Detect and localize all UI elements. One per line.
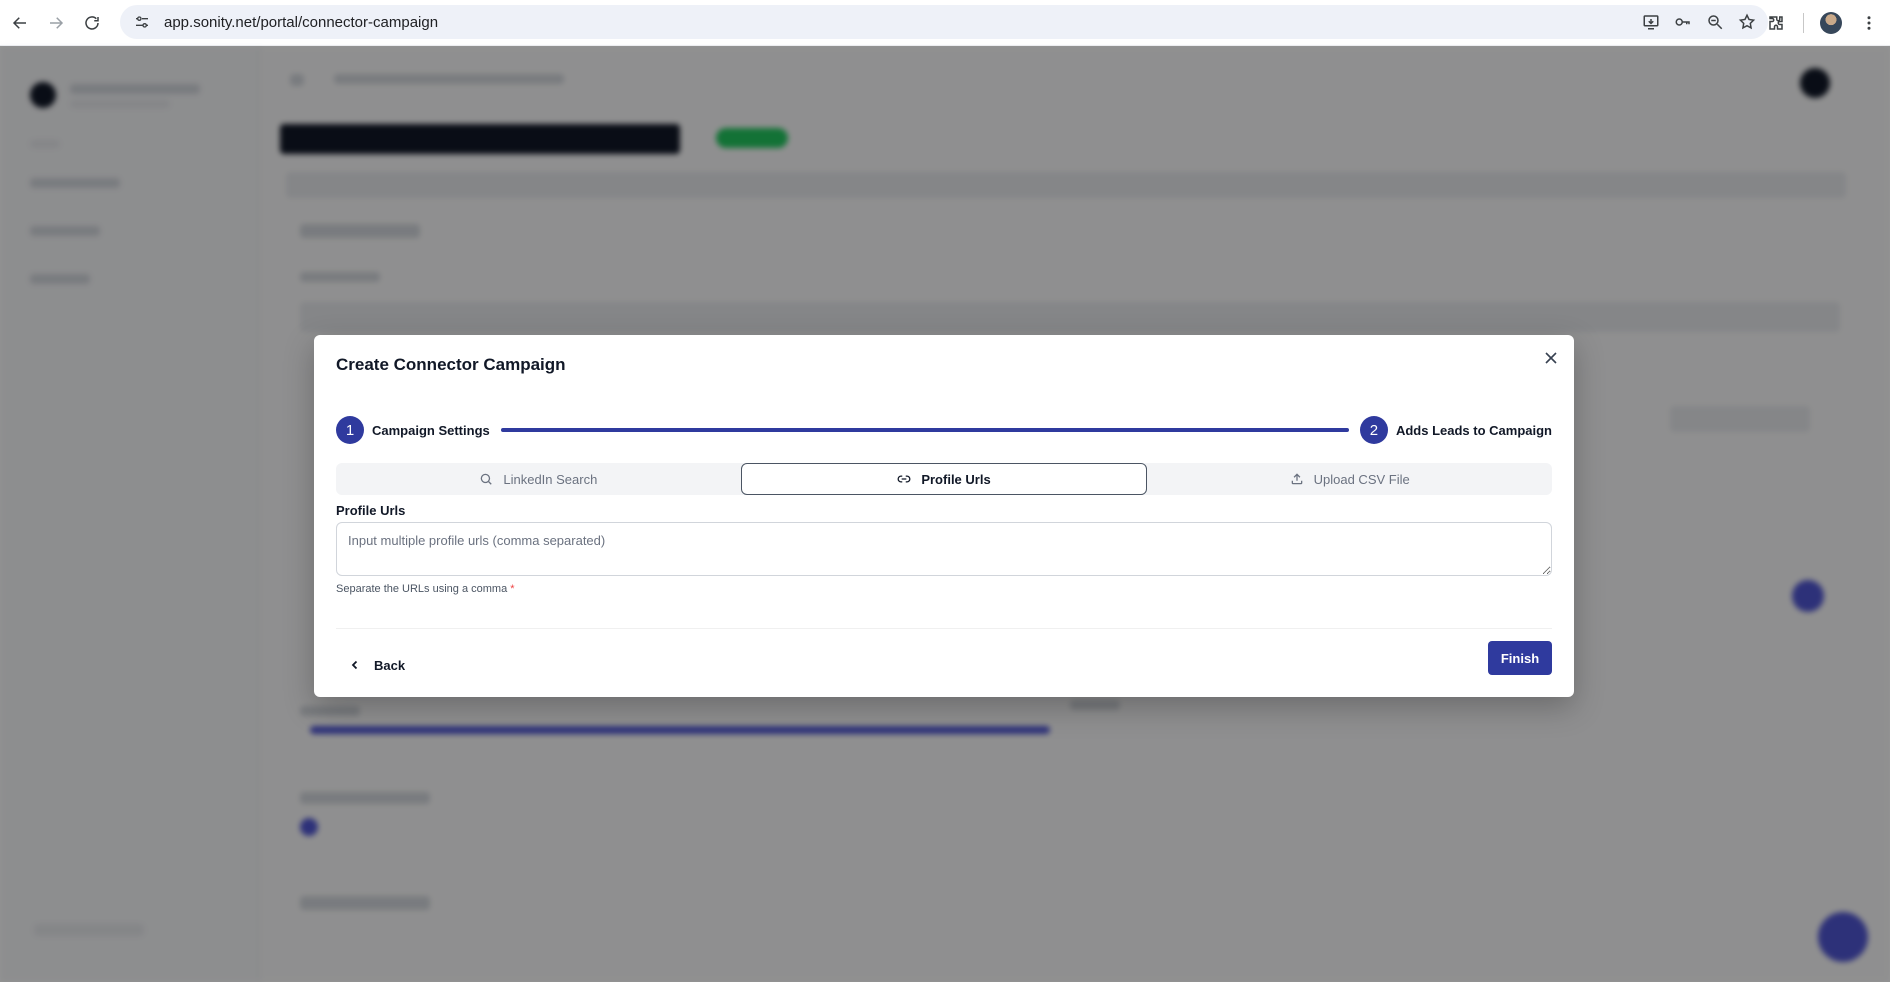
close-icon[interactable]	[1540, 347, 1562, 369]
more-menu-icon[interactable]	[1858, 12, 1880, 34]
forward-arrow-icon[interactable]	[40, 7, 72, 39]
help-message: Separate the URLs using a comma	[336, 583, 508, 595]
required-mark: *	[510, 583, 515, 595]
tab-label: Upload CSV File	[1313, 471, 1410, 487]
profile-urls-label: Profile Urls	[336, 503, 406, 518]
search-icon	[479, 472, 493, 486]
dialog-title: Create Connector Campaign	[336, 355, 566, 374]
address-bar[interactable]: app.sonity.net/portal/connector-campaign	[120, 5, 1768, 39]
profile-avatar[interactable]	[1820, 12, 1842, 34]
tab-label: LinkedIn Search	[503, 471, 598, 487]
lead-source-tabs: LinkedIn Search Profile Urls Upload CSV …	[336, 463, 1552, 495]
chevron-left-icon	[350, 660, 360, 670]
step-campaign-settings: 1 Campaign Settings	[336, 415, 490, 445]
tab-profile-urls[interactable]: Profile Urls	[740, 463, 1148, 495]
back-button[interactable]: Back	[350, 650, 405, 680]
back-label: Back	[374, 657, 406, 673]
reload-icon[interactable]	[76, 7, 108, 39]
tab-label: Profile Urls	[921, 471, 991, 487]
install-app-icon[interactable]	[1640, 11, 1662, 33]
finish-button[interactable]: Finish	[1488, 641, 1552, 675]
browser-toolbar: app.sonity.net/portal/connector-campaign	[0, 0, 1890, 46]
step-label: Adds Leads to Campaign	[1395, 422, 1552, 438]
stepper-progress-line	[501, 428, 1349, 432]
site-settings-icon[interactable]	[132, 12, 152, 32]
url-text: app.sonity.net/portal/connector-campaign	[164, 13, 439, 31]
tab-upload-csv[interactable]: Upload CSV File	[1147, 463, 1552, 495]
back-arrow-icon[interactable]	[4, 7, 36, 39]
step-add-leads: 2 Adds Leads to Campaign	[1359, 415, 1552, 445]
step-label: Campaign Settings	[372, 422, 490, 438]
bookmark-star-icon[interactable]	[1736, 11, 1758, 33]
password-key-icon[interactable]	[1672, 11, 1694, 33]
extensions-icon[interactable]	[1765, 12, 1787, 34]
link-icon	[897, 472, 911, 486]
profile-urls-input[interactable]	[336, 522, 1552, 576]
zoom-icon[interactable]	[1704, 11, 1726, 33]
create-campaign-dialog: Create Connector Campaign 1 Campaign Set…	[314, 335, 1574, 697]
help-text: Separate the URLs using a comma *	[336, 583, 515, 595]
stepper: 1 Campaign Settings 2 Adds Leads to Camp…	[336, 415, 1552, 445]
step-number: 2	[1359, 416, 1388, 444]
upload-icon	[1290, 472, 1304, 486]
step-number: 1	[336, 416, 364, 444]
toolbar-separator	[1803, 13, 1804, 33]
footer-divider	[336, 628, 1552, 629]
tab-linkedin-search[interactable]: LinkedIn Search	[336, 463, 741, 495]
